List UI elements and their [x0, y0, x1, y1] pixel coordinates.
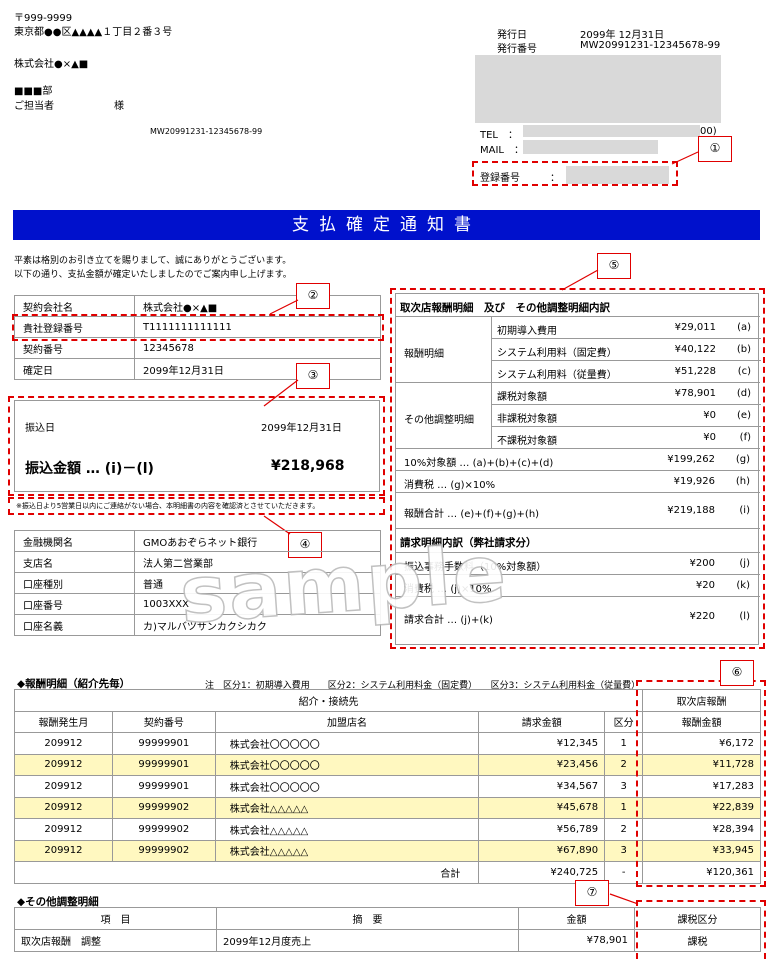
tel-label: TEL ： [480, 130, 518, 141]
marker-3-line [263, 379, 299, 407]
cell: ¥67,890 [478, 839, 606, 862]
bank-label: 口座名義 [14, 614, 135, 636]
highlight-note [8, 497, 385, 515]
bank-label: 支店名 [14, 551, 135, 573]
cell: 209912 [14, 818, 113, 841]
col-header: 契約番号 [111, 710, 216, 733]
cell: 株式会社△△△△△ [214, 839, 480, 862]
issue-date-label: 発行日 [497, 30, 527, 41]
col-header: 請求金額 [478, 710, 606, 733]
cell: 209912 [14, 796, 113, 819]
cell: 取次店報酬 調整 [14, 929, 217, 952]
marker-7: ⑦ [575, 880, 609, 906]
postal-code: 〒999-9999 [14, 13, 73, 24]
highlight-registration [472, 161, 678, 186]
recipient-dept: ■■■部 [14, 86, 53, 97]
issue-date: 2099年 12月31日 [580, 30, 665, 41]
cell: 99999901 [111, 732, 216, 755]
cell: 209912 [14, 753, 113, 776]
marker-5-line [561, 269, 599, 291]
cell: 株式会社〇〇〇〇〇 [214, 775, 480, 798]
cell: ¥56,789 [478, 818, 606, 841]
cell: 株式会社△△△△△ [214, 818, 480, 841]
cell: 99999901 [111, 753, 216, 776]
col-header: 金額 [518, 907, 635, 930]
cell: 209912 [14, 839, 113, 862]
bank-label: 金融機関名 [14, 530, 135, 552]
highlight-reg-number [12, 314, 384, 341]
cell: ¥34,567 [478, 775, 606, 798]
redacted-tel [523, 125, 700, 137]
marker-3: ③ [296, 363, 330, 389]
cell: 株式会社〇〇〇〇〇 [214, 753, 480, 776]
group-header: 紹介・接続先 [13, 689, 644, 712]
cell: 株式会社△△△△△ [214, 796, 480, 819]
issue-no-label: 発行番号 [497, 44, 537, 55]
greeting-line-1: 平素は格別のお引き立てを賜りまして、誠にありがとうございます。 [14, 256, 292, 266]
marker-2: ② [296, 283, 330, 309]
cell: 99999901 [111, 775, 216, 798]
col-header: 報酬発生月 [14, 710, 113, 733]
cell: 99999902 [111, 818, 216, 841]
cell: 2099年12月度売上 [216, 929, 519, 952]
highlight-tax-category [636, 900, 766, 959]
redacted-company-block [475, 55, 721, 123]
marker-1: ① [698, 136, 732, 162]
marker-7-line [609, 893, 639, 905]
mail-label: MAIL ： [480, 145, 524, 156]
recipient-company: 株式会社●×▲■ [14, 59, 89, 70]
issue-no: MW20991231-12345678-99 [580, 40, 721, 51]
page-title: 支払確定通知書 [13, 210, 760, 240]
cell: 99999902 [111, 839, 216, 862]
bank-label: 口座番号 [14, 593, 135, 615]
recipient-address: 〒999-9999 東京都●●区▲▲▲▲１丁目２番３号 [14, 12, 172, 40]
total-label: 合計 [13, 861, 480, 884]
contract-value: 2099年12月31日 [134, 358, 381, 380]
redacted-mail [523, 140, 658, 154]
cell: 209912 [14, 732, 113, 755]
marker-6: ⑥ [720, 660, 754, 686]
marker-5: ⑤ [597, 253, 631, 279]
highlight-payment [8, 396, 385, 496]
cell: ¥23,456 [478, 753, 606, 776]
cell: 株式会社〇〇〇〇〇 [214, 732, 480, 755]
marker-1-line [671, 151, 699, 165]
marker-2-line [269, 299, 299, 315]
cell: ¥45,678 [478, 796, 606, 819]
bank-label: 口座種別 [14, 572, 135, 594]
greeting: 平素は格別のお引き立てを賜りまして、誠にありがとうございます。 以下の通り、支払… [14, 254, 292, 282]
cell: ¥12,345 [478, 732, 606, 755]
honorific: 様 [114, 101, 124, 112]
cell: 99999902 [111, 796, 216, 819]
cell: 209912 [14, 775, 113, 798]
greeting-line-2: 以下の通り、支払金額が確定いたしましたのでご案内申し上げます。 [14, 270, 292, 280]
recipient-person: ご担当者 [14, 101, 54, 112]
col-header: 加盟店名 [214, 710, 480, 733]
col-header: 摘 要 [216, 907, 519, 930]
highlight-agent-reward [636, 680, 766, 887]
col-header: 項 目 [14, 907, 217, 930]
cell: ¥78,901 [518, 929, 635, 952]
contract-label: 確定日 [14, 358, 135, 380]
address-line: 東京都●●区▲▲▲▲１丁目２番３号 [14, 27, 173, 38]
document-number: MW20991231-12345678-99 [150, 127, 263, 136]
